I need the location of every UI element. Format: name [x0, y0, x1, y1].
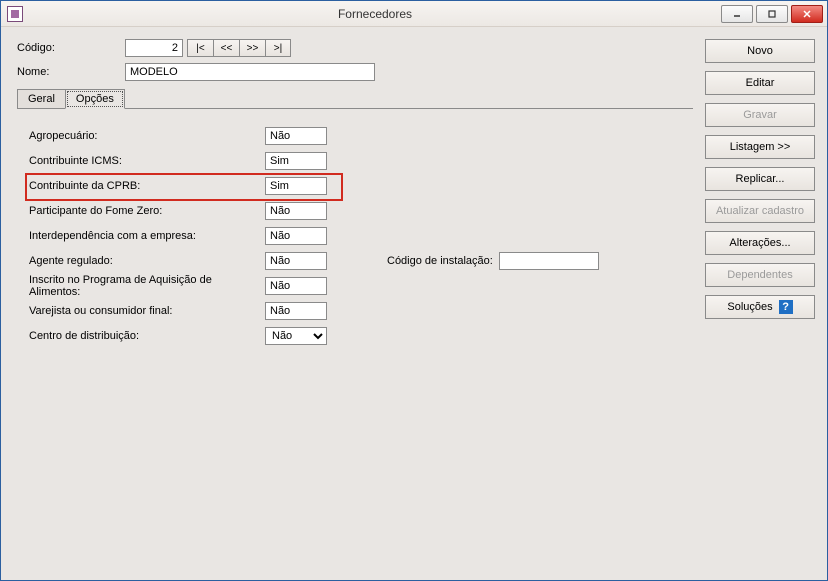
centro-distribuicao-select[interactable]: Não [265, 327, 327, 345]
agente-regulado-label: Agente regulado: [29, 255, 265, 267]
novo-button[interactable]: Novo [705, 39, 815, 63]
contribuinte-icms-value[interactable]: Sim [265, 152, 327, 170]
interdependencia-label: Interdependência com a empresa: [29, 230, 265, 242]
nome-row: Nome: [17, 63, 693, 81]
record-nav: |< << >> >| [187, 39, 291, 57]
nav-next-button[interactable]: >> [239, 39, 265, 57]
tabs: Geral Opções [17, 89, 693, 108]
window-title: Fornecedores [29, 7, 721, 21]
agente-regulado-value[interactable]: Não [265, 252, 327, 270]
nav-prev-button[interactable]: << [213, 39, 239, 57]
dependentes-button[interactable]: Dependentes [705, 263, 815, 287]
contribuinte-cprb-label: Contribuinte da CPRB: [29, 180, 265, 192]
opt-contribuinte-icms: Contribuinte ICMS: Sim [29, 152, 681, 170]
opt-interdependencia: Interdependência com a empresa: Não [29, 227, 681, 245]
opt-contribuinte-cprb: Contribuinte da CPRB: Sim [29, 177, 681, 195]
listagem-button[interactable]: Listagem >> [705, 135, 815, 159]
atualizar-cadastro-button[interactable]: Atualizar cadastro [705, 199, 815, 223]
centro-distribuicao-label: Centro de distribuição: [29, 330, 265, 342]
opt-varejista: Varejista ou consumidor final: Não [29, 302, 681, 320]
minimize-icon [732, 9, 742, 19]
opt-agente-regulado: Agente regulado: Não Código de instalaçã… [29, 252, 681, 270]
fome-zero-value[interactable]: Não [265, 202, 327, 220]
content: Código: |< << >> >| Nome: Geral Opções [1, 27, 827, 580]
nav-first-button[interactable]: |< [187, 39, 213, 57]
inscrito-paa-value[interactable]: Não [265, 277, 327, 295]
agropecuario-label: Agropecuário: [29, 130, 265, 142]
codigo-input[interactable] [125, 39, 183, 57]
opt-centro-distribuicao: Centro de distribuição: Não [29, 327, 681, 345]
replicar-button[interactable]: Replicar... [705, 167, 815, 191]
nome-label: Nome: [17, 66, 125, 78]
codigo-instalacao-input[interactable] [499, 252, 599, 270]
opt-inscrito-paa: Inscrito no Programa de Aquisição de Ali… [29, 277, 681, 295]
nome-input[interactable] [125, 63, 375, 81]
gravar-button[interactable]: Gravar [705, 103, 815, 127]
contribuinte-cprb-value[interactable]: Sim [265, 177, 327, 195]
maximize-button[interactable] [756, 5, 788, 23]
help-icon: ? [779, 300, 793, 314]
titlebar: Fornecedores [1, 1, 827, 27]
editar-button[interactable]: Editar [705, 71, 815, 95]
interdependencia-value[interactable]: Não [265, 227, 327, 245]
varejista-label: Varejista ou consumidor final: [29, 305, 265, 317]
contribuinte-icms-label: Contribuinte ICMS: [29, 155, 265, 167]
inscrito-paa-label: Inscrito no Programa de Aquisição de Ali… [29, 274, 265, 298]
alteracoes-button[interactable]: Alterações... [705, 231, 815, 255]
codigo-instalacao-label: Código de instalação: [387, 255, 493, 267]
nav-last-button[interactable]: >| [265, 39, 291, 57]
window-buttons [721, 5, 823, 23]
tab-opcoes[interactable]: Opções [65, 89, 125, 109]
close-icon [802, 9, 812, 19]
maximize-icon [767, 9, 777, 19]
agropecuario-value[interactable]: Não [265, 127, 327, 145]
app-icon [7, 6, 23, 22]
fome-zero-label: Participante do Fome Zero: [29, 205, 265, 217]
minimize-button[interactable] [721, 5, 753, 23]
window: Fornecedores Código: |< << >> >| [0, 0, 828, 581]
opt-fome-zero: Participante do Fome Zero: Não [29, 202, 681, 220]
main-panel: Código: |< << >> >| Nome: Geral Opções [17, 39, 705, 570]
codigo-label: Código: [17, 42, 125, 54]
sidebar: Novo Editar Gravar Listagem >> Replicar.… [705, 39, 815, 570]
solucoes-button[interactable]: Soluções ? [705, 295, 815, 319]
tab-geral[interactable]: Geral [17, 89, 65, 108]
opt-agropecuario: Agropecuário: Não [29, 127, 681, 145]
varejista-value[interactable]: Não [265, 302, 327, 320]
codigo-row: Código: |< << >> >| [17, 39, 693, 57]
solucoes-label: Soluções [727, 301, 772, 313]
tab-panel-opcoes: Agropecuário: Não Contribuinte ICMS: Sim… [17, 108, 693, 538]
close-button[interactable] [791, 5, 823, 23]
